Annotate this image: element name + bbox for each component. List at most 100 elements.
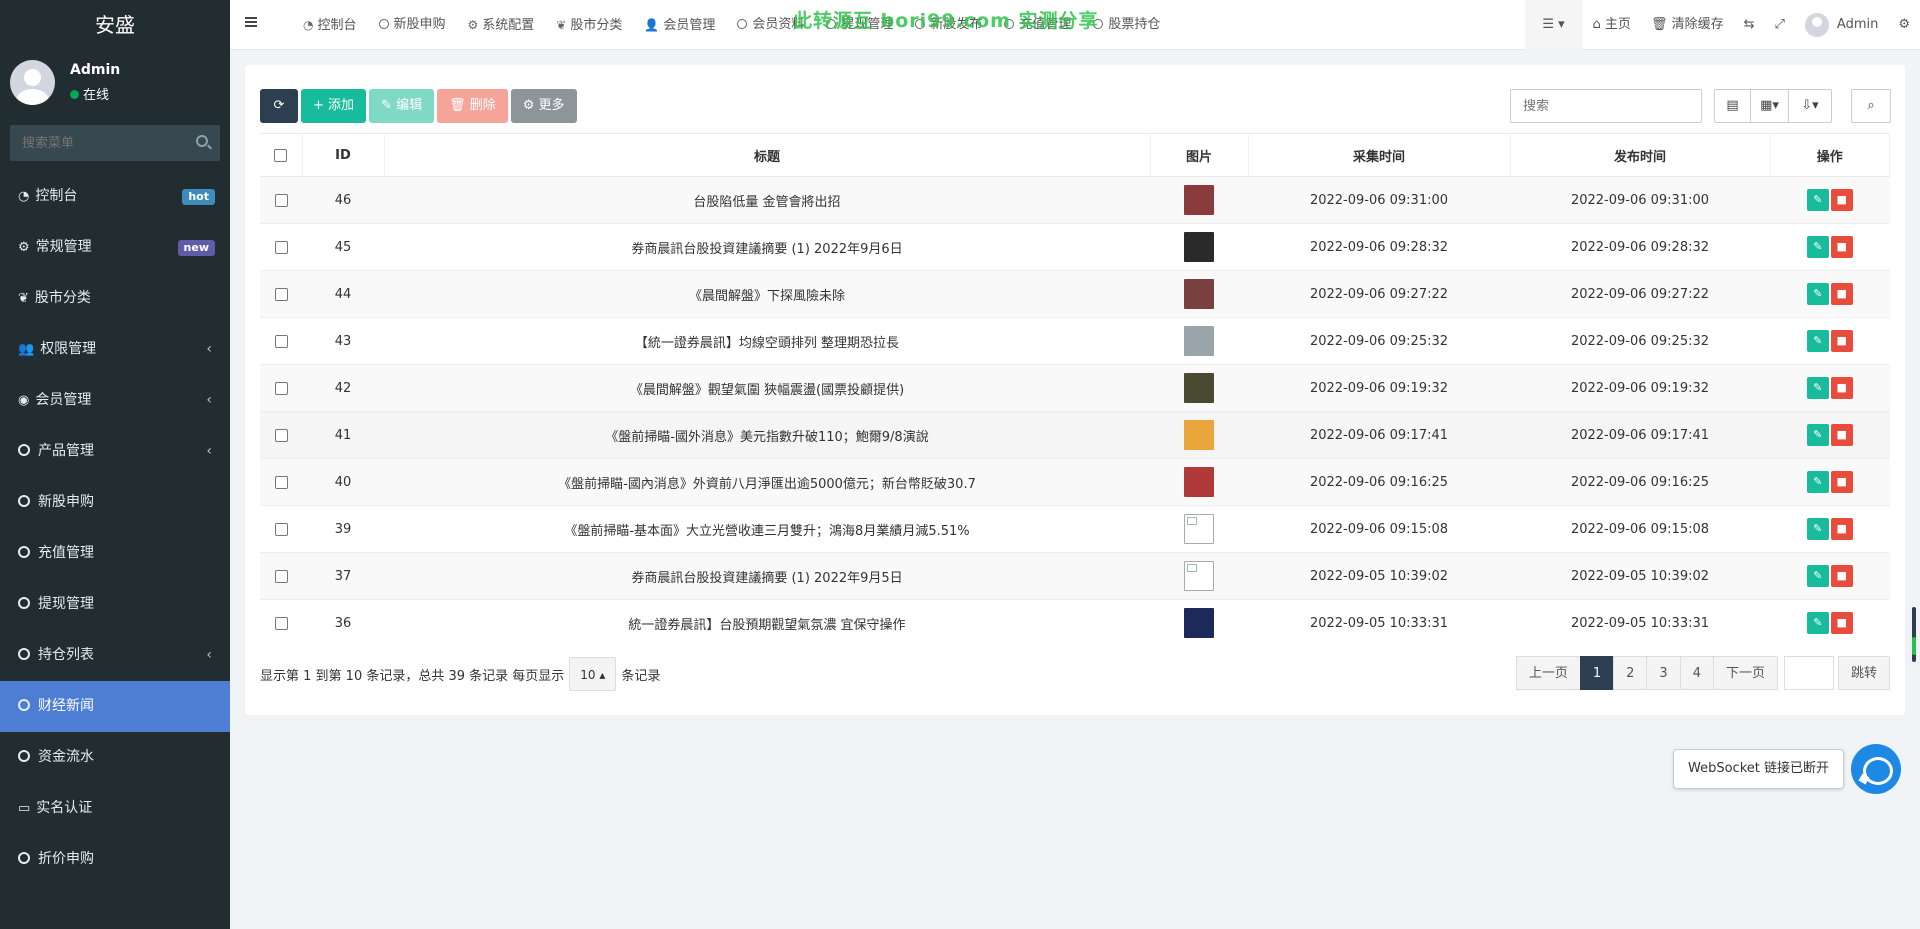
sidebar-item-8[interactable]: 提现管理 [0, 579, 230, 630]
app-logo[interactable]: 安盛 [0, 0, 230, 50]
home-link[interactable]: ⌂ 主页 [1583, 0, 1641, 50]
row-delete-trash-icon[interactable]: ■ [1830, 612, 1853, 635]
sidebar-item-9[interactable]: 持仓列表 ‹ [0, 630, 230, 681]
table-row[interactable]: 42 《晨間解盤》觀望氣圍 狹幅震盪(國票投顧提供) 2022-09-06 09:1… [260, 364, 1890, 412]
row-checkbox[interactable] [274, 522, 288, 536]
table-row[interactable]: 46 台股陷低量 金管會將出招 2022-09-06 09:31:00 2022-09… [260, 176, 1890, 224]
row-checkbox[interactable] [274, 287, 288, 301]
page-button-3[interactable]: 3 [1646, 656, 1681, 690]
toggle-view-icon[interactable]: ▤ [1715, 90, 1751, 122]
sidebar-item-1[interactable]: ⚙ 常规管理 new [0, 222, 230, 273]
news-thumbnail[interactable] [1184, 608, 1214, 639]
row-checkbox[interactable] [274, 381, 288, 395]
table-row[interactable]: 41 《盤前掃瞄-國外消息》美元指數升破110；鮑爾9/8演說 2022-09-06… [260, 411, 1890, 459]
page-size-dropdown[interactable]: 10 ▴ [569, 657, 617, 691]
advanced-search-icon[interactable]: ⌕ [1852, 90, 1890, 122]
refresh-button[interactable]: ⟳ [260, 89, 298, 123]
sidebar-item-4[interactable]: ◉ 会员管理 ‹ [0, 375, 230, 426]
sidebar-item-3[interactable]: 👥 权限管理 ‹ [0, 324, 230, 375]
search-icon[interactable] [196, 135, 208, 147]
page-button-4[interactable]: 4 [1679, 656, 1714, 690]
col-title[interactable]: 标题 [384, 133, 1151, 177]
top-user-menu[interactable]: Admin [1795, 0, 1888, 50]
col-collect-time[interactable]: 采集时间 [1248, 133, 1511, 177]
row-edit-pencil-icon[interactable]: ✎ [1806, 283, 1829, 305]
broken-image-icon[interactable] [1184, 514, 1214, 544]
sidebar-item-10[interactable]: 财经新闻 [0, 681, 230, 732]
table-row[interactable]: 39 《盤前掃瞄-基本面》大立光營收連三月雙升；鴻海8月業績月減5.51% 2022… [260, 505, 1890, 553]
clear-cache-button[interactable]: 🗑 清除缓存 [1641, 0, 1734, 50]
sidebar-item-2[interactable]: ❦ 股市分类 [0, 273, 230, 324]
sidebar-item-0[interactable]: ◔ 控制台 hot [0, 171, 230, 222]
col-publish-time[interactable]: 发布时间 [1510, 133, 1771, 177]
jump-button[interactable]: 跳转 [1837, 656, 1890, 690]
top-nav-tab-1[interactable]: 新股申购 [368, 0, 457, 50]
more-button[interactable]: ⚙ 更多 [510, 89, 577, 123]
top-nav-tab-4[interactable]: 👤 会员管理 [633, 0, 726, 50]
scrollbar[interactable] [1912, 607, 1916, 662]
sidebar-item-13[interactable]: 折价申购 [0, 834, 230, 885]
row-delete-trash-icon[interactable]: ■ [1830, 471, 1853, 493]
table-row[interactable]: 43 【統一證券晨訊】均線空頭排列 整理期恐拉長 2022-09-06 09:25:… [260, 317, 1890, 365]
table-row[interactable]: 37 券商晨訊台股投資建議摘要 (1) 2022年9月5日 2022-09-05 1… [260, 552, 1890, 600]
settings-gear-icon[interactable]: ⚙ [1888, 0, 1920, 50]
top-nav-tab-0[interactable]: ◔ 控制台 [292, 0, 368, 50]
row-checkbox[interactable] [274, 616, 288, 630]
sidebar-item-11[interactable]: 资金流水 [0, 732, 230, 783]
delete-button[interactable]: 🗑 删除 [437, 89, 508, 123]
page-button-2[interactable]: 2 [1613, 656, 1648, 690]
row-edit-pencil-icon[interactable]: ✎ [1806, 189, 1829, 211]
table-row[interactable]: 40 《盤前掃瞄-國內消息》外資前八月淨匯出逾5000億元；新台幣貶破30.7 20… [260, 458, 1890, 506]
row-edit-pencil-icon[interactable]: ✎ [1806, 424, 1829, 446]
edit-button[interactable]: ✎ 编辑 [369, 89, 435, 123]
add-button[interactable]: + 添加 [301, 89, 367, 123]
jump-page-input[interactable] [1783, 656, 1834, 690]
row-edit-pencil-icon[interactable]: ✎ [1806, 330, 1829, 352]
row-delete-trash-icon[interactable]: ■ [1830, 518, 1853, 540]
row-delete-trash-icon[interactable]: ■ [1830, 424, 1853, 446]
news-thumbnail[interactable] [1184, 326, 1214, 356]
top-nav-tab-3[interactable]: ❦ 股市分类 [545, 0, 633, 50]
table-row[interactable]: 36 統一證券晨訊】台股預期觀望氣氛濃 宜保守操作 2022-09-05 10:33… [260, 599, 1890, 647]
row-edit-pencil-icon[interactable]: ✎ [1806, 518, 1829, 540]
export-dropdown-icon[interactable]: ⇩▾ [1789, 90, 1831, 122]
table-search-input[interactable] [1510, 89, 1702, 123]
select-all-checkbox[interactable] [274, 148, 288, 162]
table-row[interactable]: 45 券商晨訊台股投資建議摘要 (1) 2022年9月6日 2022-09-06 0… [260, 223, 1890, 271]
row-checkbox[interactable] [274, 193, 288, 207]
row-checkbox[interactable] [274, 475, 288, 489]
news-thumbnail[interactable] [1184, 185, 1214, 215]
row-delete-trash-icon[interactable]: ■ [1830, 565, 1853, 587]
next-page-button[interactable]: 下一页 [1712, 656, 1778, 690]
top-nav-tab-7[interactable]: 新股发布 [904, 0, 993, 50]
fullscreen-icon[interactable]: ⤢ [1765, 0, 1795, 50]
row-edit-pencil-icon[interactable]: ✎ [1806, 565, 1829, 587]
row-delete-trash-icon[interactable]: ■ [1830, 377, 1853, 399]
prev-page-button[interactable]: 上一页 [1515, 656, 1581, 690]
nav-menu-dropdown-button[interactable]: ☰ ▾ [1524, 0, 1583, 50]
sidebar-item-7[interactable]: 充值管理 [0, 528, 230, 579]
news-thumbnail[interactable] [1184, 279, 1214, 309]
row-edit-pencil-icon[interactable]: ✎ [1806, 236, 1829, 258]
broken-image-icon[interactable] [1184, 561, 1214, 591]
row-delete-trash-icon[interactable]: ■ [1830, 236, 1853, 258]
sidebar-search-input[interactable] [10, 125, 220, 161]
row-checkbox[interactable] [274, 334, 288, 348]
language-icon[interactable]: ⇆ [1734, 0, 1765, 50]
news-thumbnail[interactable] [1184, 232, 1214, 262]
row-edit-pencil-icon[interactable]: ✎ [1806, 377, 1829, 399]
page-button-1[interactable]: 1 [1579, 656, 1615, 690]
chat-bubble-icon[interactable] [1851, 744, 1901, 794]
row-checkbox[interactable] [274, 240, 288, 254]
row-delete-trash-icon[interactable]: ■ [1830, 330, 1853, 352]
news-thumbnail[interactable] [1184, 420, 1214, 450]
row-delete-trash-icon[interactable]: ■ [1830, 283, 1853, 305]
row-checkbox[interactable] [274, 569, 288, 583]
sidebar-item-5[interactable]: 产品管理 ‹ [0, 426, 230, 477]
row-edit-pencil-icon[interactable]: ✎ [1806, 612, 1829, 635]
news-thumbnail[interactable] [1184, 373, 1214, 403]
sidebar-item-6[interactable]: 新股申购 [0, 477, 230, 528]
top-nav-tab-2[interactable]: ⚙ 系统配置 [457, 0, 546, 50]
top-nav-tab-5[interactable]: 会员资料 [726, 0, 815, 50]
top-nav-tab-8[interactable]: 充值管理 [993, 0, 1082, 50]
